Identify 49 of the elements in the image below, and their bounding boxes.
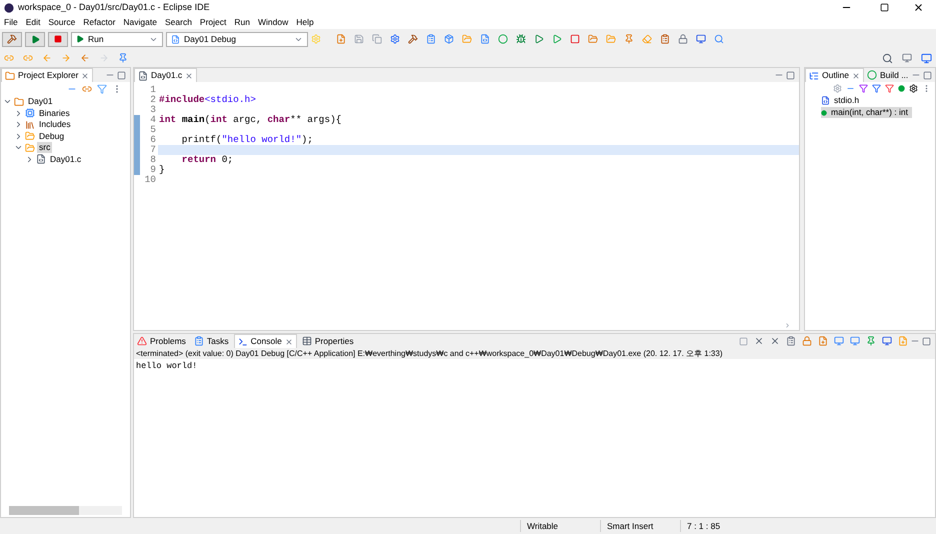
- view-tab[interactable]: Build ...: [864, 68, 912, 82]
- code-line: #include<stdio.h>: [158, 95, 257, 105]
- tree-item[interactable]: Debug: [37, 130, 66, 142]
- line-number: 2: [150, 95, 156, 105]
- view-tab[interactable]: Tasks: [190, 334, 232, 348]
- code-line: int main(int argc, char** args){: [158, 115, 342, 125]
- line-number: 7: [150, 145, 156, 155]
- menu-item[interactable]: File: [4, 16, 18, 28]
- menu-item[interactable]: Help: [296, 16, 314, 28]
- window-title: workspace_0 - Day01/src/Day01.c - Eclipse IDE: [18, 0, 210, 14]
- menu-item[interactable]: Run: [234, 16, 250, 28]
- tree-item[interactable]: src: [37, 142, 52, 154]
- menu-item[interactable]: Refactor: [83, 16, 116, 28]
- menu-item[interactable]: Window: [258, 16, 288, 28]
- line-number: 9: [150, 165, 156, 175]
- view-tab[interactable]: Day01.c: [134, 68, 198, 82]
- outline-item[interactable]: main(int, char**) : int: [821, 107, 912, 118]
- launch-mode-dropdown[interactable]: Run: [71, 32, 163, 46]
- console-output: hello world!: [135, 360, 198, 373]
- line-number: 5: [150, 125, 156, 135]
- status-field: Smart Insert: [600, 520, 680, 532]
- code-line: return 0;: [180, 155, 234, 165]
- menu-item[interactable]: Project: [200, 16, 226, 28]
- menu-item[interactable]: Search: [164, 16, 192, 28]
- tree-item[interactable]: Includes: [37, 119, 73, 130]
- status-field: 7 : 1 : 85: [680, 520, 760, 532]
- menu-item[interactable]: Source: [48, 16, 76, 28]
- line-number: 8: [150, 155, 156, 165]
- menu-item[interactable]: Edit: [26, 16, 40, 28]
- line-number: 4: [150, 115, 156, 125]
- line-number: 10: [144, 175, 156, 185]
- menu-item[interactable]: Navigate: [123, 16, 157, 28]
- tree-item[interactable]: Day01: [26, 96, 55, 108]
- view-tab[interactable]: Outline: [805, 68, 864, 82]
- view-tab[interactable]: Console: [234, 334, 297, 348]
- line-number: 1: [150, 85, 156, 95]
- line-number: 6: [150, 135, 156, 145]
- code-line: }: [158, 165, 166, 175]
- status-field: Writable: [520, 520, 600, 532]
- line-number: 3: [150, 105, 156, 115]
- console-header: <terminated> (exit value: 0) Day01 Debug [C/C++ Application] E:₩everthing₩studys₩c and c++₩workspace_0₩Day01₩Debug₩Day01.exe (20. 12. 17. 오후 1:33): [134, 348, 935, 359]
- outline-item[interactable]: stdio.h: [821, 95, 864, 106]
- launch-config-dropdown[interactable]: Day01 Debug: [166, 32, 308, 46]
- tree-item[interactable]: Binaries: [37, 108, 72, 119]
- view-tab[interactable]: Problems: [134, 334, 189, 348]
- code-line: printf("hello world!");: [180, 135, 314, 145]
- view-tab[interactable]: Properties: [298, 334, 357, 348]
- view-tab[interactable]: Project Explorer: [1, 68, 94, 82]
- tree-item[interactable]: Day01.c: [48, 154, 84, 165]
